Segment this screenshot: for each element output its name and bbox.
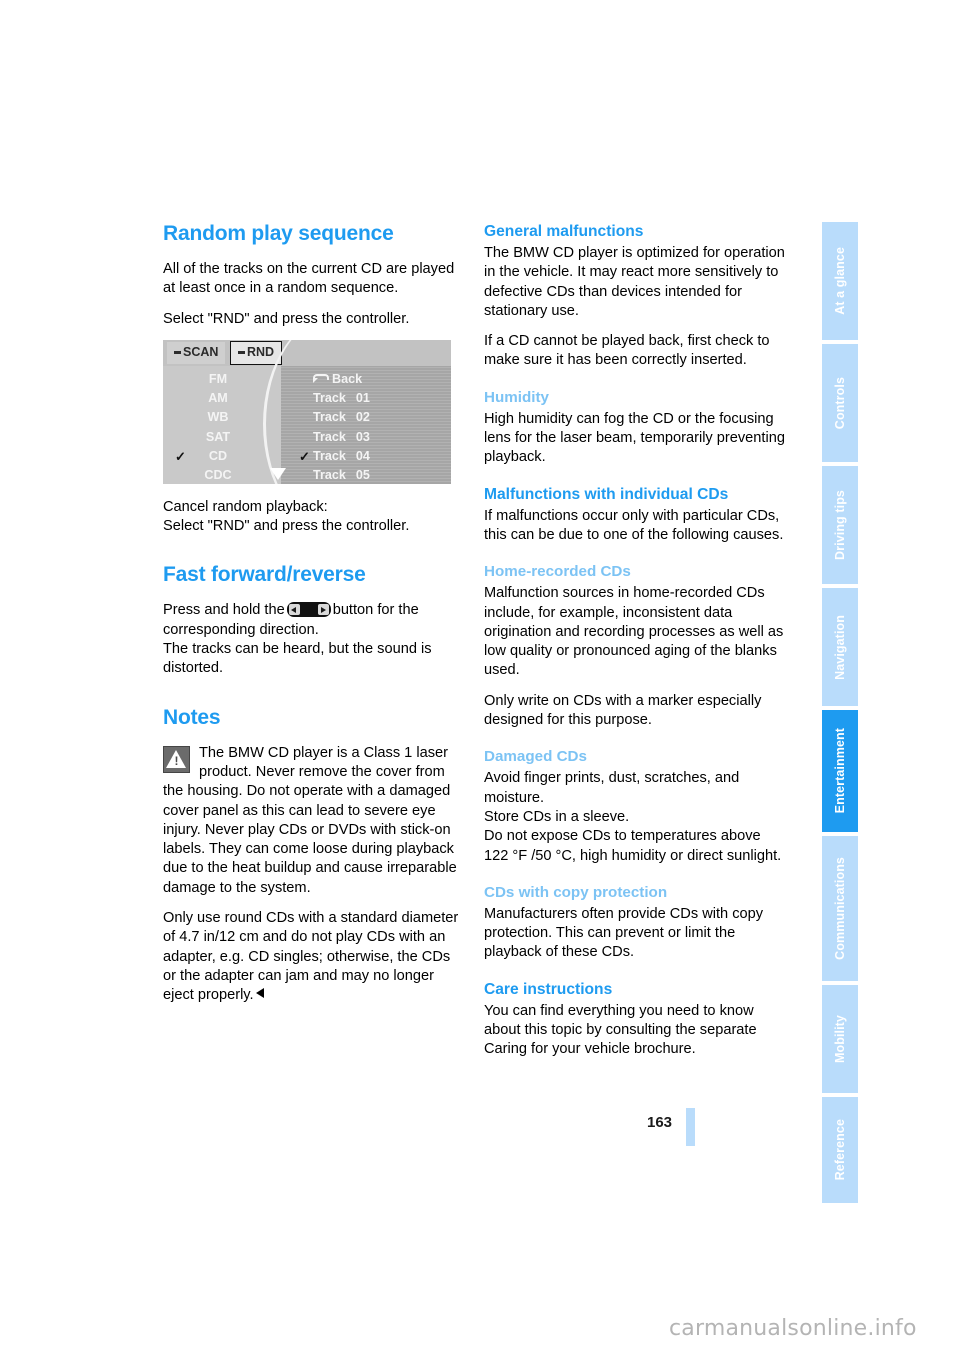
sidebar-tab-mobility[interactable]: Mobility bbox=[822, 985, 858, 1093]
sidebar-tab-reference[interactable]: Reference bbox=[822, 1097, 858, 1203]
sidebar-tab-entertainment[interactable]: Entertainment bbox=[822, 710, 858, 832]
left-column: Random play sequence All of the tracks o… bbox=[163, 222, 465, 1006]
heading-malfunctions-individual-cds: Malfunctions with individual CDs bbox=[484, 485, 729, 503]
home-recorded-p2: Only write on CDs with a marker especial… bbox=[484, 692, 762, 729]
scan-indicator-icon bbox=[174, 351, 181, 355]
sidebar-tab-navigation[interactable]: Navigation bbox=[822, 588, 858, 706]
heading-cds-copy-protection: CDs with copy protection bbox=[484, 883, 668, 901]
figure-source-item: WB bbox=[207, 410, 229, 425]
figure-tab-scan-label: SCAN bbox=[183, 345, 219, 360]
figure-source-item: SAT bbox=[205, 429, 231, 444]
figure-source-item: FM bbox=[208, 371, 228, 386]
figure-source-item: AM bbox=[208, 391, 228, 406]
home-recorded-p1: Malfunction sources in home-recorded CDs… bbox=[484, 585, 784, 679]
fast-forward-instruction: Press and hold the button for the corresp… bbox=[163, 601, 465, 640]
figure-track-item: Track 02 bbox=[313, 410, 370, 425]
malfunctions-individual-p1: If malfunctions occur only with particul… bbox=[484, 507, 784, 543]
figure-back-row: Back bbox=[313, 370, 370, 389]
heading-care-instructions: Care instructions bbox=[484, 980, 613, 998]
end-of-note-marker-icon bbox=[255, 988, 264, 999]
figure-track-item: Track 01 bbox=[313, 391, 370, 406]
right-column: General malfunctions The BMW CD player i… bbox=[484, 222, 786, 1071]
sidebar-tab-controls[interactable]: Controls bbox=[822, 344, 858, 462]
idrive-cd-menu-figure: SCAN RND FM AM WB SAT ✓ CD CDC Back Trac… bbox=[163, 339, 451, 484]
warning-note-text: The BMW CD player is a Class 1 laser pro… bbox=[163, 744, 457, 896]
figure-tab-rnd-label: RND bbox=[247, 345, 275, 360]
warning-note-text-2: Only use round CDs with a standard diame… bbox=[163, 910, 459, 1004]
heading-home-recorded-cds: Home-recorded CDs bbox=[484, 563, 631, 581]
figure-source-item: CDC bbox=[204, 467, 232, 482]
figure-source-list: FM AM WB SAT ✓ CD CDC bbox=[163, 370, 273, 484]
figure-reference-code: hhdKw5b1 bbox=[446, 424, 451, 456]
sidebar-tab-label: Mobility bbox=[833, 1014, 847, 1064]
chapter-tab-rail: At a glance Controls Driving tips Navigatio… bbox=[822, 222, 858, 1203]
heading-damaged-cds: Damaged CDs bbox=[484, 748, 587, 766]
back-arrow-icon bbox=[313, 373, 329, 383]
seek-forward-icon bbox=[317, 604, 329, 616]
heading-notes: Notes bbox=[163, 705, 221, 729]
care-instructions-p1: You can find everything you need to know… bbox=[484, 1002, 757, 1058]
rnd-indicator-icon bbox=[238, 351, 245, 355]
page-title: Random play sequence bbox=[163, 222, 394, 245]
figure-tab-rnd: RND bbox=[230, 340, 283, 365]
manual-page: Random play sequence All of the tracks o… bbox=[0, 0, 960, 1358]
copy-protection-p1: Manufacturers often provide CDs with cop… bbox=[484, 905, 764, 961]
warning-note-block: The BMW CD player is a Class 1 laser pro… bbox=[163, 744, 465, 898]
sidebar-tab-label: At a glance bbox=[833, 247, 847, 315]
distortion-note: The tracks can be heard, but the sound i… bbox=[163, 641, 432, 677]
sidebar-tab-driving-tips[interactable]: Driving tips bbox=[822, 466, 858, 584]
sidebar-tab-label: Communications bbox=[833, 857, 847, 960]
heading-humidity: Humidity bbox=[484, 388, 549, 406]
figure-source-item-selected: ✓ CD bbox=[163, 447, 273, 466]
seek-reverse-icon bbox=[288, 604, 300, 616]
site-watermark: carmanualsonline.info bbox=[669, 1316, 917, 1341]
cancel-random-label: Cancel random playback: bbox=[163, 498, 328, 515]
humidity-p1: High humidity can fog the CD or the focu… bbox=[484, 410, 785, 466]
select-rnd-instruction: Select "RND" and press the controller. bbox=[163, 310, 410, 327]
figure-tab-scan: SCAN bbox=[167, 341, 226, 364]
intro-paragraph: All of the tracks on the current CD are … bbox=[163, 261, 455, 297]
figure-track-item-selected: ✓ Track 04 bbox=[299, 447, 370, 466]
general-malfunctions-p2: If a CD cannot be played back, first che… bbox=[484, 333, 770, 369]
warning-triangle-icon bbox=[163, 745, 190, 773]
checkmark-icon: ✓ bbox=[175, 448, 186, 464]
figure-track-item: Track 05 bbox=[313, 467, 370, 482]
sidebar-tab-label: Entertainment bbox=[833, 728, 847, 814]
sidebar-tab-label: Driving tips bbox=[833, 490, 847, 560]
page-number: 163 bbox=[647, 1114, 673, 1131]
sidebar-tab-label: Controls bbox=[833, 376, 847, 430]
general-malfunctions-p1: The BMW CD player is optimized for opera… bbox=[484, 245, 785, 319]
sidebar-tab-communications[interactable]: Communications bbox=[822, 836, 858, 981]
sidebar-tab-label: Navigation bbox=[833, 614, 847, 680]
fast-forward-text-before: Press and hold the bbox=[163, 602, 285, 619]
heading-fast-forward-reverse: Fast forward/reverse bbox=[163, 563, 366, 587]
damaged-cds-p1: Avoid finger prints, dust, scratches, an… bbox=[484, 770, 782, 864]
sidebar-tab-label: Reference bbox=[833, 1119, 847, 1181]
figure-track-list: Back Track 01 Track 02 Track 03 ✓ Track 04 Tr… bbox=[299, 370, 370, 484]
sidebar-tab-at-a-glance[interactable]: At a glance bbox=[822, 222, 858, 340]
figure-track-item: Track 03 bbox=[313, 429, 370, 444]
heading-general-malfunctions: General malfunctions bbox=[484, 223, 644, 240]
checkmark-icon: ✓ bbox=[299, 448, 310, 464]
cancel-random-instruction: Select "RND" and press the controller. bbox=[163, 518, 410, 535]
page-number-bar bbox=[686, 1108, 695, 1146]
seek-button-icon bbox=[286, 602, 331, 618]
